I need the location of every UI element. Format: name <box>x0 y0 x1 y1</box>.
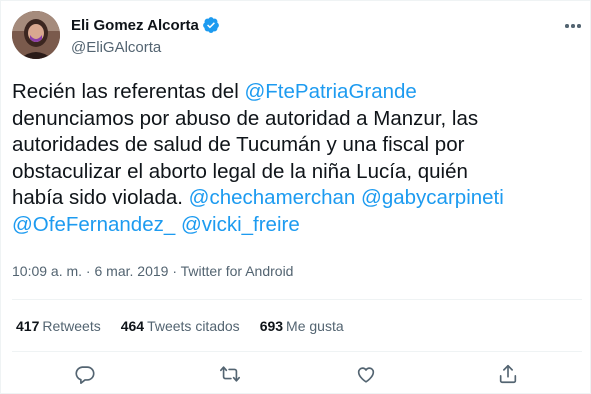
tweet-text-segment: había sido violada. <box>12 186 189 209</box>
quotes-label: Tweets citados <box>147 318 240 334</box>
tweet-text-line: obstaculizar el aborto legal de la niña … <box>12 159 584 186</box>
author-name-row[interactable]: Eli Gomez Alcorta <box>71 15 220 35</box>
tweet-source[interactable]: Twitter for Android <box>181 263 294 279</box>
author-display-name[interactable]: Eli Gomez Alcorta <box>71 17 199 34</box>
avatar[interactable] <box>12 11 60 59</box>
tweet-text-line: había sido violada. @chechamerchan @gaby… <box>12 185 584 212</box>
tweet-date[interactable]: 6 mar. 2019 <box>95 263 169 279</box>
retweets-label: Retweets <box>42 318 101 334</box>
dot <box>565 24 569 28</box>
mention-link[interactable]: @chechamerchan <box>189 186 356 209</box>
divider <box>12 299 582 300</box>
tweet-card: Eli Gomez Alcorta @EliGAlcorta Recién la… <box>0 0 591 394</box>
share-icon <box>499 364 517 384</box>
tweet-metadata: 10:09 a. m. · 6 mar. 2019 · Twitter for … <box>12 263 293 279</box>
likes-stat[interactable]: 693 Me gusta <box>260 318 344 334</box>
tweet-text-line: autoridades de salud de Tucumán y una fi… <box>12 132 584 159</box>
tweet-text-segment: autoridades de salud de Tucumán y una fi… <box>12 133 465 156</box>
verified-badge-icon <box>202 17 219 33</box>
retweets-stat[interactable]: 417 Retweets <box>16 318 101 334</box>
tweet-text-segment: obstaculizar el aborto legal de la niña … <box>12 159 468 183</box>
quote-tweets-stat[interactable]: 464 Tweets citados <box>121 318 240 334</box>
meta-separator: · <box>168 263 181 279</box>
tweet-text-segment: denunciamos por abuso de autoridad a Man… <box>12 106 479 130</box>
likes-count: 693 <box>259 318 284 334</box>
action-bar <box>1 361 591 387</box>
engagement-stats: 417 Retweets 464 Tweets citados 693 Me gust… <box>16 317 364 335</box>
divider <box>12 351 582 352</box>
retweets-count: 417 <box>16 318 40 334</box>
retweet-button[interactable] <box>217 361 243 387</box>
tweet-time[interactable]: 10:09 a. m. <box>12 263 82 279</box>
mention-link[interactable]: @FtePatriaGrande <box>244 80 416 103</box>
tweet-text-line: denunciamos por abuso de autoridad a Man… <box>12 106 584 133</box>
dot <box>571 24 575 28</box>
share-button[interactable] <box>495 361 521 387</box>
tweet-text: Recién las referentas del @FtePatriaGran… <box>12 79 584 238</box>
mention-link[interactable]: @OfeFernandez_ <box>12 213 175 236</box>
likes-label: Me gusta <box>286 318 344 334</box>
tweet-text-line: @OfeFernandez_ @vicki_freire <box>12 212 584 239</box>
retweet-icon <box>220 366 240 382</box>
tweet-text-segment: Recién las referentas del <box>12 80 245 103</box>
like-icon <box>357 367 375 383</box>
tweet-text-line: Recién las referentas del @FtePatriaGran… <box>12 79 584 106</box>
like-button[interactable] <box>353 361 379 387</box>
mention-link[interactable]: @gabycarpineti <box>361 186 504 209</box>
author-handle[interactable]: @EliGAlcorta <box>71 39 161 56</box>
mention-link[interactable]: @vicki_freire <box>181 213 300 236</box>
more-options-icon[interactable] <box>562 15 584 37</box>
reply-button[interactable] <box>72 361 98 387</box>
quotes-count: 464 <box>120 318 145 334</box>
reply-icon <box>75 366 95 384</box>
dot <box>577 24 581 28</box>
meta-separator: · <box>82 263 95 279</box>
